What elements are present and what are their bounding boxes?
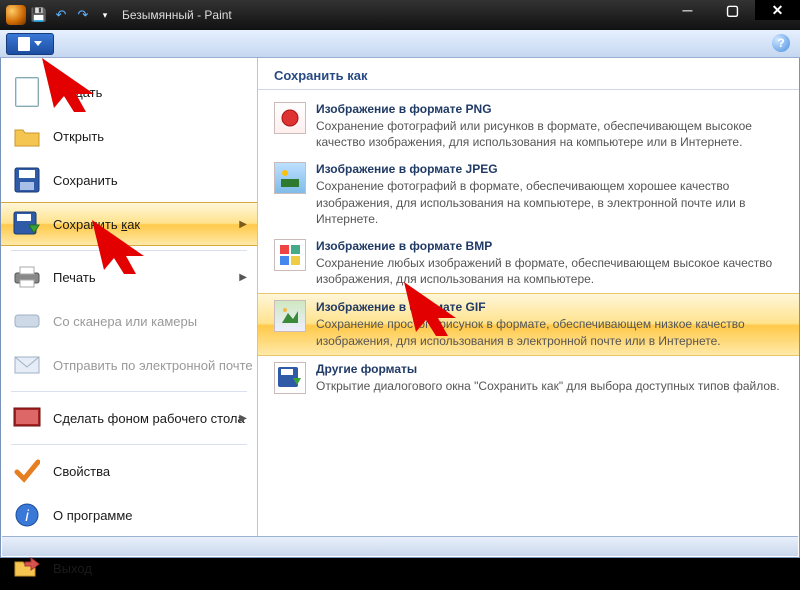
menu-about[interactable]: i О программе — [1, 493, 257, 537]
help-button[interactable]: ? — [772, 34, 790, 52]
submenu-arrow-icon: ▶ — [239, 219, 247, 230]
save-floppy-icon — [13, 166, 41, 194]
menu-properties[interactable]: Свойства — [1, 449, 257, 493]
menu-email: Отправить по электронной почте — [1, 343, 257, 387]
save-as-pane: Сохранить как Изображение в формате PNG … — [258, 58, 799, 557]
menu-label: Отправить по электронной почте — [53, 358, 253, 373]
gif-icon — [274, 300, 306, 332]
pane-header: Сохранить как — [258, 68, 799, 90]
format-desc: Сохранение фотографий или рисунков в фор… — [316, 118, 783, 150]
customize-qat-icon[interactable]: ▾ — [96, 6, 114, 24]
app-menu-button[interactable] — [6, 33, 54, 55]
menu-label: Создать — [53, 85, 102, 100]
menu-label: Печать — [53, 270, 96, 285]
submenu-arrow-icon: ▶ — [239, 413, 247, 424]
format-gif[interactable]: Изображение в формате GIF Сохранение про… — [258, 293, 799, 355]
menu-label: Выход — [53, 561, 92, 576]
format-desc: Сохранение простого рисунок в формате, о… — [316, 316, 783, 348]
wallpaper-icon — [13, 404, 41, 432]
format-title: Изображение в формате GIF — [316, 300, 783, 314]
format-title: Изображение в формате BMP — [316, 239, 783, 253]
menu-print[interactable]: Печать ▶ — [1, 255, 257, 299]
checkmark-icon — [13, 457, 41, 485]
format-desc: Открытие диалогового окна "Сохранить как… — [316, 378, 783, 394]
ribbon-header: ? — [0, 30, 800, 58]
save-icon[interactable]: 💾 — [30, 6, 48, 24]
submenu-arrow-icon: ▶ — [239, 272, 247, 283]
menu-label: Сделать фоном рабочего стола — [53, 411, 245, 426]
save-as-icon — [13, 210, 41, 238]
scanner-icon — [13, 307, 41, 335]
format-jpeg[interactable]: Изображение в формате JPEG Сохранение фо… — [258, 156, 799, 233]
exit-icon — [13, 554, 41, 582]
new-file-icon — [13, 78, 41, 106]
dropdown-triangle-icon — [34, 41, 42, 46]
menu-label: Свойства — [53, 464, 110, 479]
app-icon — [6, 5, 26, 25]
panel-footer — [2, 536, 798, 556]
format-title: Изображение в формате JPEG — [316, 162, 783, 176]
printer-icon — [13, 263, 41, 291]
minimize-button[interactable]: ─ — [665, 0, 710, 20]
email-icon — [13, 351, 41, 379]
open-folder-icon — [13, 122, 41, 150]
format-bmp[interactable]: Изображение в формате BMP Сохранение люб… — [258, 233, 799, 293]
menu-save[interactable]: Сохранить — [1, 158, 257, 202]
png-icon — [274, 102, 306, 134]
quick-access-toolbar: 💾 ↶ ↷ ▾ — [30, 6, 114, 24]
menu-label: Сохранить — [53, 173, 118, 188]
svg-text:i: i — [25, 508, 29, 525]
format-title: Изображение в формате PNG — [316, 102, 783, 116]
menu-wallpaper[interactable]: Сделать фоном рабочего стола ▶ — [1, 396, 257, 440]
format-title: Другие форматы — [316, 362, 783, 376]
window-controls: ─ ▢ ✕ — [665, 0, 800, 20]
window-title: Безымянный - Paint — [122, 8, 232, 22]
menu-new[interactable]: Создать — [1, 70, 257, 114]
format-desc: Сохранение фотографий в формате, обеспеч… — [316, 178, 783, 227]
undo-icon[interactable]: ↶ — [52, 6, 70, 24]
bmp-icon — [274, 239, 306, 271]
menu-save-as[interactable]: Сохранить как ▶ — [1, 202, 257, 246]
format-png[interactable]: Изображение в формате PNG Сохранение фот… — [258, 96, 799, 156]
menu-scanner: Со сканера или камеры — [1, 299, 257, 343]
info-icon: i — [13, 501, 41, 529]
menu-open[interactable]: Открыть — [1, 114, 257, 158]
menu-label: Открыть — [53, 129, 104, 144]
jpeg-icon — [274, 162, 306, 194]
maximize-button[interactable]: ▢ — [710, 0, 755, 20]
app-menu-panel: Создать Открыть Сохранить Сохранить как — [0, 58, 800, 558]
redo-icon[interactable]: ↷ — [74, 6, 92, 24]
titlebar: 💾 ↶ ↷ ▾ Безымянный - Paint ─ ▢ ✕ — [0, 0, 800, 30]
format-desc: Сохранение любых изображений в формате, … — [316, 255, 783, 287]
other-format-icon — [274, 362, 306, 394]
format-other[interactable]: Другие форматы Открытие диалогового окна… — [258, 356, 799, 400]
menu-label: Сохранить как — [53, 217, 140, 232]
close-button[interactable]: ✕ — [755, 0, 800, 20]
app-menu-list: Создать Открыть Сохранить Сохранить как — [1, 58, 258, 538]
menu-label: Со сканера или камеры — [53, 314, 197, 329]
document-icon — [18, 37, 30, 51]
menu-label: О программе — [53, 508, 133, 523]
